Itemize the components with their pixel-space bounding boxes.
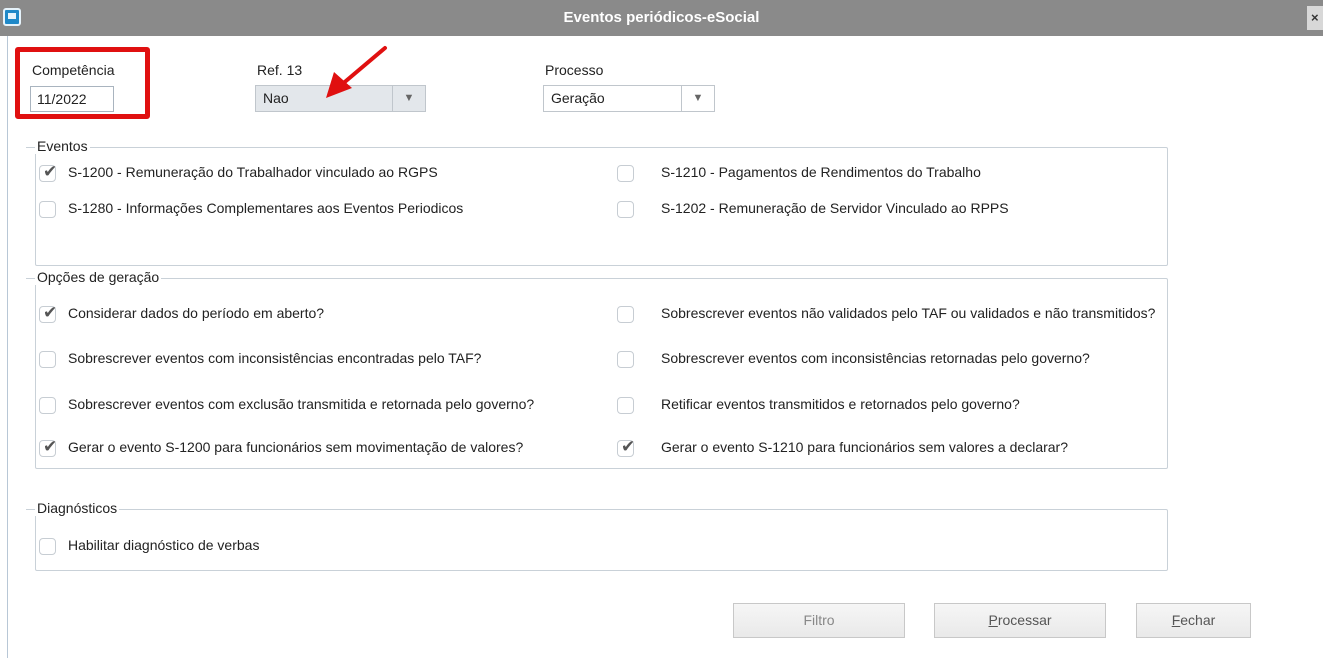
diagnosticos-group-title: Diagnósticos xyxy=(35,500,120,516)
checkmark-icon: ✔ xyxy=(43,303,58,322)
checkbox-box[interactable] xyxy=(617,351,634,368)
processo-select[interactable]: Geração ▼ xyxy=(543,85,715,112)
fechar-mnemonic: F xyxy=(1171,612,1181,628)
checkbox-box[interactable] xyxy=(39,351,56,368)
ref13-value: Nao xyxy=(263,90,289,106)
processar-button[interactable]: Processar xyxy=(934,603,1106,638)
window-title: Eventos periódicos-eSocial xyxy=(563,9,760,26)
checkbox-box[interactable]: ✔ xyxy=(39,303,58,323)
checkbox-box[interactable] xyxy=(617,165,634,182)
checkbox-box[interactable] xyxy=(617,397,634,414)
event-s1210-label: S-1210 - Pagamentos de Rendimentos do Tr… xyxy=(661,164,981,180)
window-titlebar: Eventos periódicos-eSocial × xyxy=(0,0,1323,36)
annotation-arrow-icon xyxy=(326,46,387,98)
option-label: Sobrescrever eventos não validados pelo … xyxy=(661,305,1156,321)
option-label: Gerar o evento S-1210 para funcionários … xyxy=(661,439,1068,455)
checkbox-box[interactable] xyxy=(39,201,56,218)
checkbox-box[interactable] xyxy=(39,397,56,414)
checkmark-icon: ✔ xyxy=(43,162,58,181)
eventos-group-title: Eventos xyxy=(35,138,90,154)
fechar-button[interactable]: Fechar xyxy=(1136,603,1251,638)
checkmark-icon: ✔ xyxy=(43,437,58,456)
event-s1280-label: S-1280 - Informações Complementares aos … xyxy=(68,200,464,216)
filtro-button-label: Filtro xyxy=(803,612,835,628)
option-label: Gerar o evento S-1200 para funcionários … xyxy=(68,439,524,455)
checkbox-box[interactable] xyxy=(617,306,634,323)
competencia-input[interactable]: 11/2022 xyxy=(30,86,114,112)
chevron-down-icon[interactable]: ▼ xyxy=(392,86,425,111)
competencia-label: Competência xyxy=(32,62,115,78)
option-label: Retificar eventos transmitidos e retorna… xyxy=(661,396,1020,412)
processar-button-label: rocessar xyxy=(997,612,1052,628)
processar-mnemonic: P xyxy=(988,612,998,628)
opcoes-group-title: Opções de geração xyxy=(35,269,162,285)
window-left-border xyxy=(7,36,8,658)
option-label: Considerar dados do período em aberto? xyxy=(68,305,325,321)
event-s1202-label: S-1202 - Remuneração de Servidor Vincula… xyxy=(661,200,1009,216)
diagnostico-verbas-label: Habilitar diagnóstico de verbas xyxy=(68,537,260,553)
checkbox-box[interactable] xyxy=(39,538,56,555)
event-s1200-label: S-1200 - Remuneração do Trabalhador vinc… xyxy=(68,164,438,180)
checkmark-icon: ✔ xyxy=(621,437,636,456)
option-label: Sobrescrever eventos com inconsistências… xyxy=(661,350,1090,366)
option-label: Sobrescrever eventos com inconsistências… xyxy=(68,350,482,366)
option-label: Sobrescrever eventos com exclusão transm… xyxy=(68,396,535,412)
checkbox-box[interactable] xyxy=(617,201,634,218)
checkbox-box[interactable]: ✔ xyxy=(39,162,58,182)
chevron-down-icon[interactable]: ▼ xyxy=(681,86,714,111)
checkbox-box[interactable]: ✔ xyxy=(39,437,58,457)
fechar-button-label: echar xyxy=(1180,612,1216,628)
processo-value: Geração xyxy=(551,90,605,106)
close-button[interactable]: × xyxy=(1307,6,1323,30)
checkbox-box[interactable]: ✔ xyxy=(617,437,636,457)
processo-label: Processo xyxy=(545,62,604,78)
ref13-label: Ref. 13 xyxy=(257,62,303,78)
filtro-button[interactable]: Filtro xyxy=(733,603,905,638)
